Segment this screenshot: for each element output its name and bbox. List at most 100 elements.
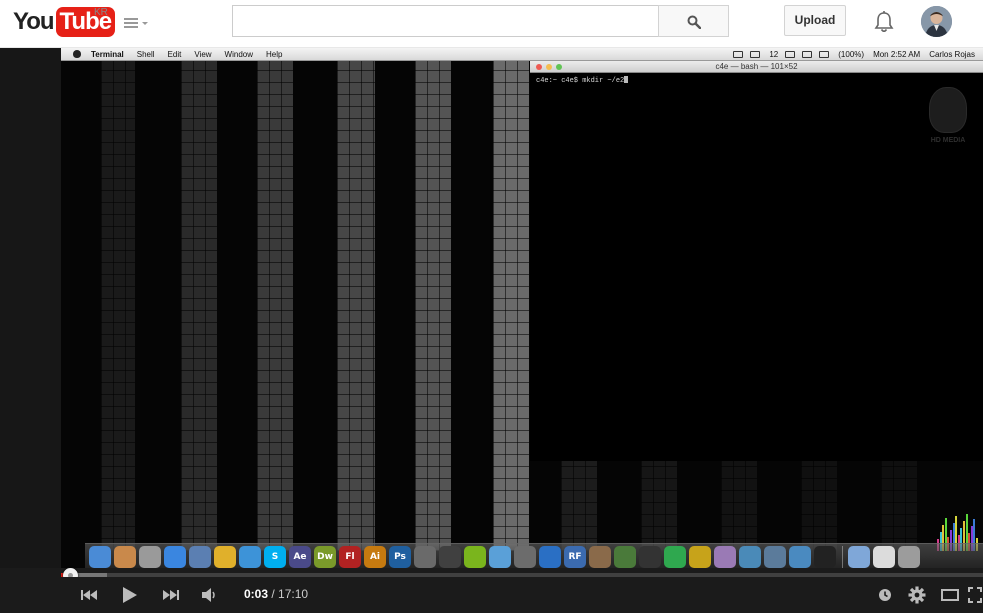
flag-icon (819, 51, 830, 58)
photos-icon[interactable] (789, 546, 811, 568)
terminal-cursor (624, 76, 629, 83)
watermark-text: HD MEDIA (930, 137, 966, 144)
dock-icon-label: Fl (345, 552, 355, 562)
finder-icon[interactable] (89, 546, 111, 568)
mac-dock: S Ae Dw Fl Ai Ps RF (85, 543, 983, 568)
skip-previous-icon (81, 590, 97, 600)
mac-menubar: Terminal Shell Edit View Window Help 12 … (61, 48, 983, 61)
terminal-command-line: c4e:~ c4e$ mkdir ~/e2 (536, 77, 625, 85)
wunderlist-icon[interactable] (689, 546, 711, 568)
skull-mask-icon (929, 87, 967, 133)
mac-clock: Mon 2:52 AM (873, 50, 921, 59)
video-player: Terminal Shell Edit View Window Help 12 … (0, 48, 983, 613)
launchpad-icon[interactable] (139, 546, 161, 568)
battery-status: (100%) (838, 50, 865, 59)
play-button[interactable] (119, 583, 139, 607)
app-store-icon[interactable] (164, 546, 186, 568)
terminal-title: c4e — bash — 101×52 (715, 62, 798, 71)
region-code: KR (94, 7, 108, 18)
search-input[interactable] (233, 6, 658, 36)
flash-icon[interactable]: Fl (339, 546, 361, 568)
mac-menu-window: Window (224, 49, 253, 59)
dock-icon-label: S (271, 552, 279, 562)
terminal-icon[interactable] (814, 546, 836, 568)
mac-menu-app-name: Terminal (91, 49, 124, 59)
xcode-icon[interactable] (539, 546, 561, 568)
duration: 17:10 (278, 587, 309, 601)
network-icon[interactable] (739, 546, 761, 568)
user-avatar[interactable] (921, 6, 952, 37)
photoshop-icon[interactable]: Ps (389, 546, 411, 568)
unity-icon[interactable] (639, 546, 661, 568)
mail-count: 12 (769, 50, 779, 59)
watermark: HD MEDIA (925, 87, 971, 157)
evernote-icon[interactable] (664, 546, 686, 568)
time-separator: / (268, 587, 279, 601)
documents-icon[interactable] (873, 546, 895, 568)
reflector-icon[interactable]: RF (564, 546, 586, 568)
dreamweaver-icon[interactable]: Dw (314, 546, 336, 568)
itunes-icon[interactable] (489, 546, 511, 568)
mac-menu-help: Help (266, 49, 283, 59)
terminal-window[interactable]: c4e — bash — 101×52 c4e:~ c4e$ mkdir ~/e… (530, 61, 983, 461)
dropbox-icon (750, 51, 761, 58)
chrome-icon[interactable] (214, 546, 236, 568)
skype-icon[interactable]: S (264, 546, 286, 568)
preview-icon[interactable] (189, 546, 211, 568)
dvd-player-icon[interactable] (514, 546, 536, 568)
mac-user-name: Carlos Rojas (929, 50, 975, 59)
theater-mode-button[interactable] (940, 583, 960, 607)
illustrator-icon[interactable]: Ai (364, 546, 386, 568)
close-window-icon[interactable] (536, 64, 542, 70)
mac-menu-edit: Edit (167, 49, 182, 59)
next-video-button[interactable] (161, 583, 181, 607)
screen-record-icon (733, 51, 744, 58)
applications-folder-icon[interactable] (848, 546, 870, 568)
search-button[interactable] (658, 5, 729, 37)
iphoto-icon[interactable] (114, 546, 136, 568)
dock-icon-label: Ae (293, 552, 307, 562)
grapher-icon[interactable] (414, 546, 436, 568)
after-effects-icon[interactable]: Ae (289, 546, 311, 568)
system-preferences-icon[interactable] (764, 546, 786, 568)
wifi-icon (785, 51, 796, 58)
settings-button[interactable] (907, 583, 927, 607)
theater-mode-icon (941, 589, 959, 601)
mute-button[interactable] (200, 583, 220, 607)
watch-later-button[interactable] (876, 583, 894, 607)
sublime-icon[interactable] (614, 546, 636, 568)
zoom-window-icon[interactable] (556, 64, 562, 70)
notifications-bell-icon[interactable] (873, 10, 895, 34)
dock-icon-label: Dw (317, 552, 333, 562)
safari-icon[interactable] (239, 546, 261, 568)
dock-icon-label: Ai (369, 552, 381, 562)
spotify-icon[interactable] (464, 546, 486, 568)
current-time: 0:03 (244, 587, 269, 601)
masthead: You Tube KR Upload (0, 0, 983, 48)
skip-next-icon (163, 590, 179, 600)
logo-you-text: You (13, 8, 55, 35)
trash-icon[interactable] (898, 546, 920, 568)
mac-menu-shell: Shell (136, 49, 155, 59)
video-frame[interactable]: Terminal Shell Edit View Window Help 12 … (61, 48, 983, 568)
siri-icon[interactable] (714, 546, 736, 568)
fullscreen-button[interactable] (967, 583, 983, 607)
volume-icon (202, 588, 215, 602)
upload-button[interactable]: Upload (784, 5, 846, 36)
terminal-titlebar: c4e — bash — 101×52 (530, 61, 983, 73)
dock-icon-label: Ps (394, 552, 406, 562)
transmission-icon[interactable] (589, 546, 611, 568)
terminal-output[interactable]: c4e:~ c4e$ mkdir ~/e2 (536, 76, 629, 85)
time-display: 0:03 / 17:10 (244, 587, 308, 601)
blender-icon[interactable] (439, 546, 461, 568)
volume-icon (802, 51, 813, 58)
dock-icon-label: RF (568, 552, 582, 562)
hamburger-icon (124, 18, 138, 30)
mac-menu-view: View (194, 49, 212, 59)
previous-video-button[interactable] (79, 583, 99, 607)
guide-menu-button[interactable] (122, 13, 150, 33)
minimize-window-icon[interactable] (546, 64, 552, 70)
fullscreen-icon (968, 587, 982, 603)
apple-logo-icon (73, 50, 81, 58)
gear-icon (908, 586, 926, 604)
